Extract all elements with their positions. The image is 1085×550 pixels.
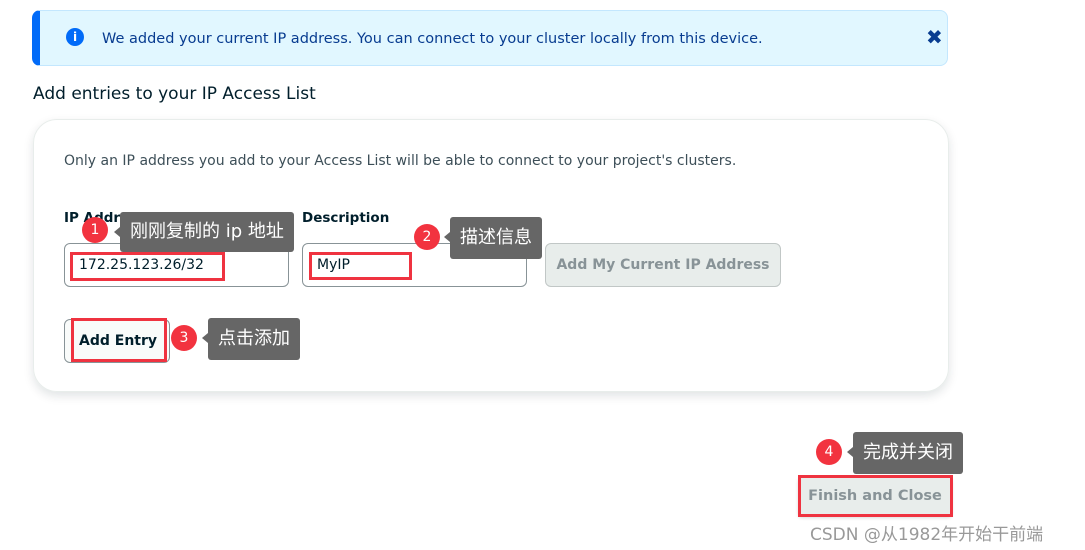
annotation-badge-1: 1 (82, 217, 108, 243)
add-current-ip-button[interactable]: Add My Current IP Address (545, 243, 781, 287)
info-icon: i (66, 28, 84, 46)
annotation-tip-4: 完成并关闭 (847, 432, 963, 474)
annotation-badge-3: 3 (171, 325, 197, 351)
info-banner: i We added your current IP address. You … (32, 10, 948, 66)
highlight-ip (70, 252, 225, 281)
watermark: CSDN @从1982年开始干前端 (810, 525, 1044, 545)
section-title: Add entries to your IP Access List (33, 84, 316, 104)
annotation-tip-1: 刚刚复制的 ip 地址 (114, 212, 294, 252)
card-description: Only an IP address you add to your Acces… (64, 153, 737, 169)
annotation-badge-4: 4 (816, 439, 842, 465)
highlight-description (309, 252, 412, 280)
description-label: Description (302, 210, 390, 226)
highlight-add-entry (71, 318, 167, 362)
annotation-tip-3: 点击添加 (202, 318, 300, 360)
annotation-badge-2: 2 (414, 224, 440, 250)
close-icon[interactable]: ✖ (926, 25, 943, 49)
highlight-finish (798, 475, 953, 517)
banner-message: We added your current IP address. You ca… (102, 31, 763, 47)
annotation-tip-2: 描述信息 (444, 217, 542, 259)
